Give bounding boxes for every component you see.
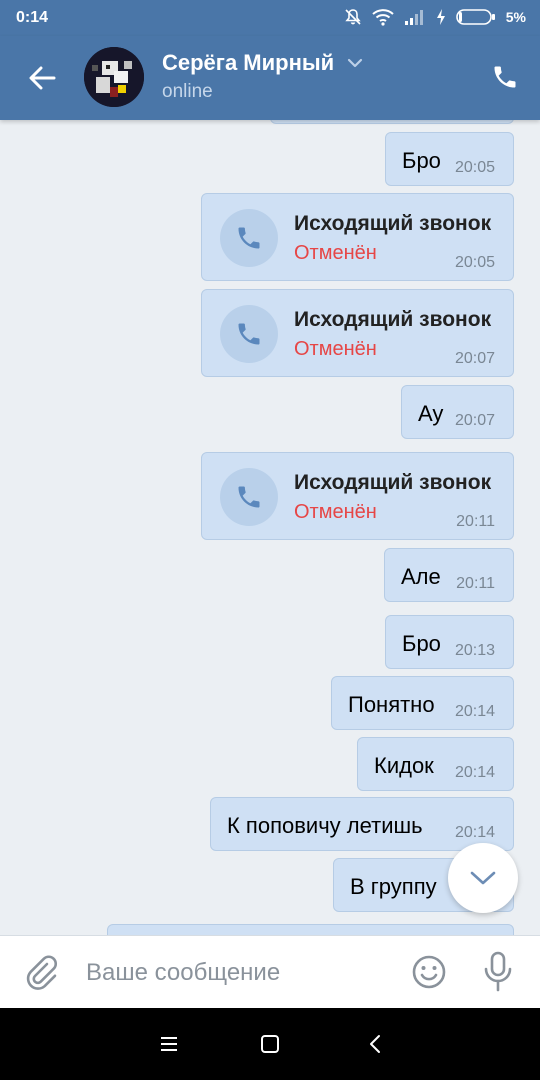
chevron-down-icon [470,871,496,885]
call-title: Исходящий звонок [294,212,492,235]
call-message-bubble[interactable]: Исходящий звонок Отменён 20:11 [201,452,514,540]
phone-icon [238,486,260,508]
phone-icon [494,66,516,88]
message-bubble[interactable]: Бро 20:05 [385,132,514,186]
call-button[interactable] [486,58,524,96]
menu-nav-button[interactable] [154,1030,184,1058]
call-status: Отменён [294,338,377,360]
message-bubble-partial [107,924,514,935]
message-bubble[interactable]: Кидок 20:14 [357,737,514,791]
message-list[interactable]: Бро 20:05 Исходящий звонок Отменён 20:05… [0,120,540,935]
message-bubble[interactable]: Але 20:11 [384,548,514,602]
message-text: Але [401,564,441,589]
signal-icon [404,10,423,25]
mute-icon [345,9,361,25]
back-nav-button[interactable] [360,1030,390,1058]
microphone-icon [484,951,512,992]
battery-percent: 5% [505,9,526,25]
contact-status: online [162,81,213,102]
message-text: В группу [350,874,437,899]
message-text: Ау [418,401,444,426]
message-time: 20:14 [454,703,495,720]
call-message-bubble[interactable]: Исходящий звонок Отменён 20:07 [201,289,514,377]
message-time: 20:11 [456,513,495,530]
message-text: К поповичу летишь [227,813,423,838]
back-arrow-icon [29,66,56,90]
message-time: 20:13 [454,642,495,659]
attach-button[interactable] [22,953,60,991]
paperclip-icon [26,955,57,990]
home-icon [261,1035,279,1053]
call-icon [220,468,278,526]
message-time: 20:11 [456,575,495,592]
back-chevron-icon [370,1035,380,1053]
contact-name[interactable]: Серёга Мирный [162,50,334,76]
call-icon [220,209,278,267]
message-bubble[interactable]: Ау 20:07 [401,385,514,439]
charging-icon [436,9,445,25]
message-text: Понятно [348,692,435,717]
message-time: 20:07 [454,412,495,429]
call-status: Отменён [294,501,377,523]
call-message-bubble[interactable]: Исходящий звонок Отменён 20:05 [201,193,514,281]
message-time: 20:07 [454,350,495,367]
menu-icon [161,1037,177,1051]
home-nav-button[interactable] [255,1030,285,1058]
message-time: 20:14 [454,764,495,781]
call-title: Исходящий звонок [294,308,492,331]
message-bubble-partial [270,120,514,124]
emoji-icon [412,955,446,989]
message-text: Кидок [374,753,434,778]
call-icon [220,305,278,363]
wifi-icon [372,9,394,26]
scroll-to-bottom-button[interactable] [448,843,518,913]
phone-icon [238,323,260,345]
chat-header: Серёга Мирный online [0,36,540,120]
chevron-down-icon[interactable] [346,56,364,70]
call-status: Отменён [294,242,377,264]
status-bar: 0:14 5% [0,0,540,36]
message-bubble[interactable]: К поповичу летишь 20:14 [210,797,514,851]
message-composer [0,935,540,1008]
message-input[interactable] [86,954,386,992]
message-time: 20:14 [454,824,495,841]
message-time: 20:05 [454,159,495,176]
message-bubble[interactable]: Бро 20:13 [385,615,514,669]
message-bubble[interactable]: Понятно 20:14 [331,676,514,730]
avatar-image [84,47,144,107]
system-nav-bar [0,1008,540,1080]
avatar[interactable] [84,47,144,107]
message-time: 20:05 [454,254,495,271]
call-title: Исходящий звонок [294,471,492,494]
status-time: 0:14 [16,9,49,26]
message-text: Бро [402,631,441,656]
emoji-button[interactable] [410,953,448,991]
voice-message-button[interactable] [480,950,516,994]
back-button[interactable] [22,60,62,96]
message-text: Бро [402,148,441,173]
phone-icon [238,227,260,249]
status-icons: 5% [344,8,526,26]
battery-icon [455,9,495,25]
